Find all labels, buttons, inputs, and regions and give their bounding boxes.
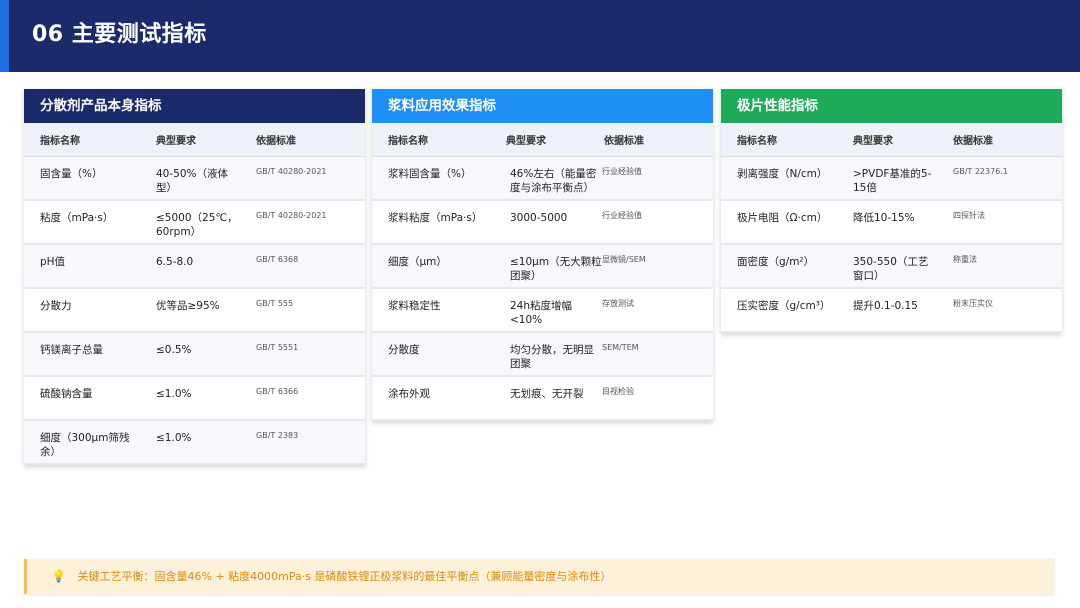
cell-name: 分散力 [40,300,72,312]
cell-standard: GB/T 6366 [256,387,299,396]
cell-standard: 四探针法 [953,211,985,220]
table-row: 浆料稳定性 24h粘度增幅<10% 存放测试 [372,289,713,333]
lightbulb-icon: 💡 [51,569,66,583]
cell-standard: GB/T 40280-2021 [256,211,327,220]
card-dispersant-indicators: 分散剂产品本身指标 指标名称 典型要求 依据标准 固含量（%） 40-50%（液… [24,89,365,465]
cell-requirement: 均匀分散，无明显团聚 [510,344,594,370]
cell-name: 浆料粘度（mPa·s） [388,212,483,224]
col-header-requirement: 典型要求 [853,136,893,147]
cell-name: 粘度（mPa·s） [40,212,114,224]
cell-requirement: ≤0.5% [156,344,192,356]
cell-standard: 行业经验值 [602,211,642,220]
table-row: 分散力 优等品≥95% GB/T 555 [24,289,365,333]
cell-standard: GB/T 22376.1 [953,167,1008,176]
cell-requirement: 优等品≥95% [156,300,220,312]
cell-requirement: 降低10-15% [853,212,915,224]
col-header-name: 指标名称 [737,136,777,147]
card-title: 浆料应用效果指标 [372,89,713,123]
cell-requirement: 3000-5000 [510,212,568,224]
cell-name: 极片电阻（Ω·cm） [737,212,828,224]
cell-standard: GB/T 40280-2021 [256,167,327,176]
table-row: 细度（μm） ≤10μm（无大颗粒团聚） 显微镜/SEM [372,245,713,289]
table-row: 分散度 均匀分散，无明显团聚 SEM/TEM [372,333,713,377]
cell-standard: SEM/TEM [602,343,639,352]
cell-standard: 目视检验 [602,387,634,396]
page-title: 06 主要测试指标 [32,22,207,47]
cell-name: 涂布外观 [388,388,430,400]
table-row: 涂布外观 无划痕、无开裂 目视检验 [372,377,713,421]
cell-standard: 称重法 [953,255,977,264]
col-header-name: 指标名称 [40,136,80,147]
cell-requirement: 6.5-8.0 [156,256,194,268]
card-title: 分散剂产品本身指标 [24,89,365,123]
table-row: 钙镁离子总量 ≤0.5% GB/T 5551 [24,333,365,377]
cell-name: 分散度 [388,344,420,356]
cell-requirement: 40-50%（液体型） [156,168,228,194]
key-process-note: 💡 关键工艺平衡：固含量46% + 粘度4000mPa·s 是磷酸铁锂正极浆料的… [24,559,1054,594]
cell-standard: GB/T 5551 [256,343,299,352]
cell-name: 细度（μm） [388,256,447,268]
col-header-requirement: 典型要求 [156,136,196,147]
table-row: 压实密度（g/cm³） 提升0.1-0.15 粉末压实仪 [721,289,1062,333]
cell-standard: 显微镜/SEM [602,255,646,264]
col-header-name: 指标名称 [388,136,428,147]
cell-requirement: ≤5000（25℃，60rpm） [156,212,238,238]
table-row: 浆料固含量（%） 46%左右（能量密度与涂布平衡点） 行业经验值 [372,157,713,201]
cell-name: 固含量（%） [40,168,103,180]
cell-standard: GB/T 6368 [256,255,299,264]
table-row: 极片电阻（Ω·cm） 降低10-15% 四探针法 [721,201,1062,245]
slide-header: 06 主要测试指标 [0,0,1080,72]
cell-requirement: 无划痕、无开裂 [510,388,584,400]
card-title: 极片性能指标 [721,89,1062,123]
cell-requirement: 350-550（工艺窗口） [853,256,929,282]
table-row: 浆料粘度（mPa·s） 3000-5000 行业经验值 [372,201,713,245]
cell-standard: 存放测试 [602,299,634,308]
col-header-standard: 依据标准 [604,136,644,147]
cell-name: 浆料稳定性 [388,300,441,312]
header-accent-bar [0,0,9,72]
table-header: 指标名称 典型要求 依据标准 [721,123,1062,157]
table-row: 硫酸钠含量 ≤1.0% GB/T 6366 [24,377,365,421]
cell-name: 钙镁离子总量 [40,344,103,356]
table-row: 固含量（%） 40-50%（液体型） GB/T 40280-2021 [24,157,365,201]
col-header-standard: 依据标准 [256,136,296,147]
note-text: 关键工艺平衡：固含量46% + 粘度4000mPa·s 是磷酸铁锂正极浆料的最佳… [77,570,612,583]
cell-requirement: 提升0.1-0.15 [853,300,918,312]
cell-requirement: 46%左右（能量密度与涂布平衡点） [510,168,597,194]
cell-requirement: ≤1.0% [156,432,192,444]
card-slurry-indicators: 浆料应用效果指标 指标名称 典型要求 依据标准 浆料固含量（%） 46%左右（能… [372,89,713,421]
cell-name: 细度（300μm筛残余） [40,432,130,458]
table-header: 指标名称 典型要求 依据标准 [372,123,713,157]
table-row: pH值 6.5-8.0 GB/T 6368 [24,245,365,289]
cell-requirement: >PVDF基准的5-15倍 [853,168,932,194]
table-row: 剥离强度（N/cm） >PVDF基准的5-15倍 GB/T 22376.1 [721,157,1062,201]
cell-name: 面密度（g/m²） [737,256,815,268]
cell-standard: GB/T 555 [256,299,294,308]
cell-name: 浆料固含量（%） [388,168,472,180]
table-header: 指标名称 典型要求 依据标准 [24,123,365,157]
cell-requirement: ≤10μm（无大颗粒团聚） [510,256,602,282]
col-header-standard: 依据标准 [953,136,993,147]
cell-standard: 行业经验值 [602,167,642,176]
cell-name: pH值 [40,256,66,268]
cell-name: 剥离强度（N/cm） [737,168,828,180]
cell-standard: 粉末压实仪 [953,299,993,308]
cell-name: 硫酸钠含量 [40,388,93,400]
cell-requirement: 24h粘度增幅<10% [510,300,573,326]
table-row: 粘度（mPa·s） ≤5000（25℃，60rpm） GB/T 40280-20… [24,201,365,245]
table-row: 细度（300μm筛残余） ≤1.0% GB/T 2383 [24,421,365,465]
cell-standard: GB/T 2383 [256,431,299,440]
cell-requirement: ≤1.0% [156,388,192,400]
card-electrode-indicators: 极片性能指标 指标名称 典型要求 依据标准 剥离强度（N/cm） >PVDF基准… [721,89,1062,333]
cell-name: 压实密度（g/cm³） [737,300,831,312]
col-header-requirement: 典型要求 [506,136,546,147]
table-row: 面密度（g/m²） 350-550（工艺窗口） 称重法 [721,245,1062,289]
